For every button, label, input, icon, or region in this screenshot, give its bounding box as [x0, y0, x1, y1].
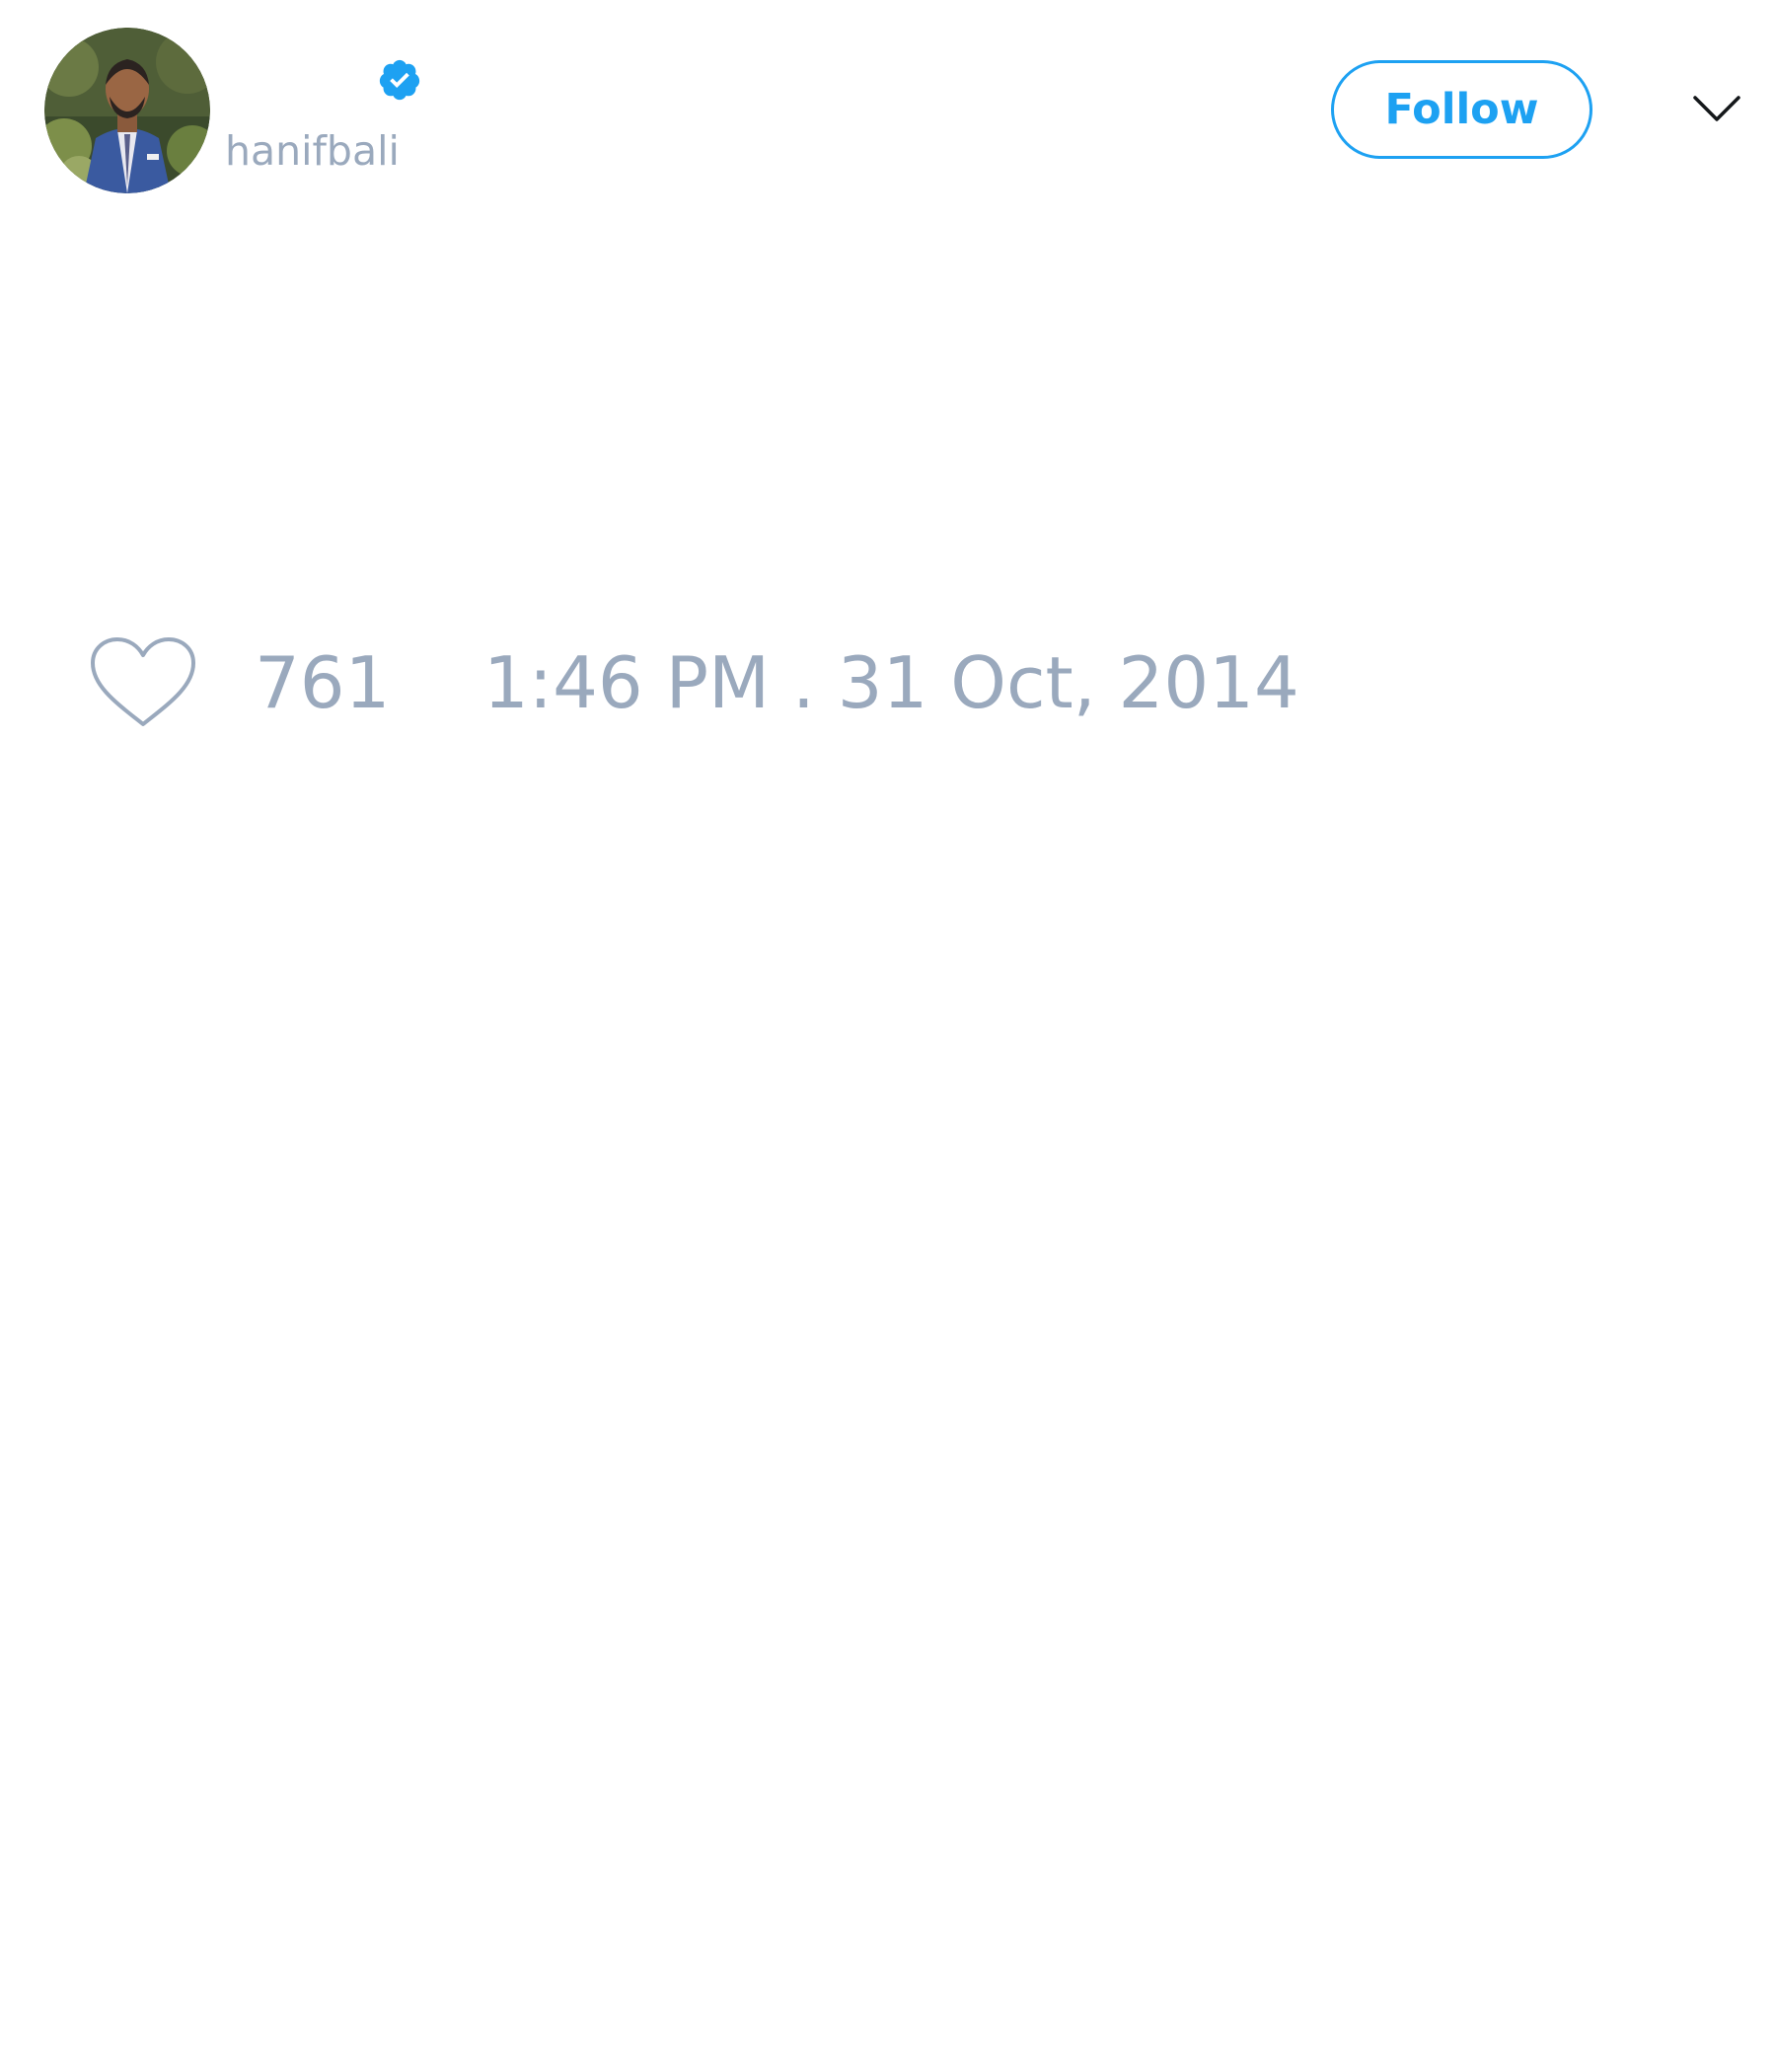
tweet-card: hanifbali Follow 761 1:46 PM . 31 Oct, 2…	[0, 0, 1776, 2072]
username[interactable]: hanifbali	[225, 126, 400, 176]
avatar-photo	[44, 28, 210, 193]
verified-badge-icon	[379, 59, 420, 101]
tweet-timestamp[interactable]: 1:46 PM . 31 Oct, 2014	[483, 641, 1299, 724]
avatar[interactable]	[44, 28, 210, 193]
like-count: 761	[255, 641, 391, 724]
heart-icon[interactable]	[89, 635, 197, 730]
follow-button[interactable]: Follow	[1331, 60, 1592, 159]
chevron-down-icon[interactable]	[1692, 94, 1741, 125]
